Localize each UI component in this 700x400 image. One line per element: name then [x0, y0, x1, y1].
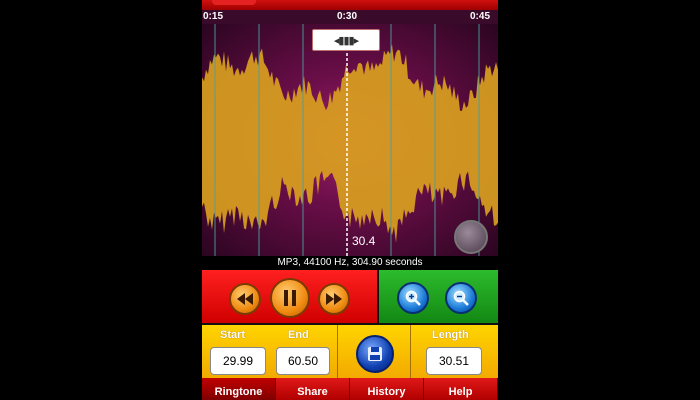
end-label: End	[288, 329, 309, 341]
tab-ringtone[interactable]: Ringtone	[202, 378, 276, 400]
file-info: MP3, 44100 Hz, 304.90 seconds	[202, 256, 498, 270]
fast-forward-icon	[326, 293, 342, 305]
top-bar	[202, 0, 498, 10]
tab-share[interactable]: Share	[276, 378, 350, 400]
length-field[interactable]: 30.51	[426, 347, 482, 375]
selection-handle[interactable]: ◂▮▮▮▸	[312, 29, 380, 51]
divider	[410, 325, 411, 380]
control-panel	[202, 270, 498, 323]
length-label: Length	[432, 329, 469, 341]
waveform-view[interactable]: ◂▮▮▮▸ 30.4	[202, 24, 498, 256]
timeline-ruler: 0:15 0:30 0:45	[202, 10, 498, 24]
zoom-out-icon	[453, 290, 469, 306]
zoom-out-button[interactable]	[444, 282, 477, 314]
tab-help[interactable]: Help	[424, 378, 498, 400]
ringtone-editor-app: 0:15 0:30 0:45 ◂▮▮▮▸ 30.4 MP3, 44100 Hz,…	[202, 0, 498, 400]
playhead-time: 30.4	[352, 234, 376, 248]
bottom-tab-bar: Ringtone Share History Help	[202, 378, 498, 400]
timeline-tick: 0:15	[203, 11, 224, 22]
start-field[interactable]: 29.99	[210, 347, 266, 375]
rewind-icon	[237, 293, 253, 305]
zoom-in-button[interactable]	[396, 282, 429, 314]
divider	[337, 325, 338, 380]
zoom-controls	[376, 270, 498, 323]
timeline-tick: 0:45	[470, 11, 491, 22]
start-label: Start	[220, 329, 246, 341]
pause-button[interactable]	[270, 278, 310, 318]
assistive-touch-button[interactable]	[454, 220, 488, 254]
top-bar-button[interactable]	[212, 0, 256, 5]
zoom-in-icon	[405, 290, 421, 306]
end-field[interactable]: 60.50	[276, 347, 330, 375]
timeline-tick: 0:30	[337, 11, 358, 22]
rewind-button[interactable]	[229, 283, 261, 315]
waveform-shape	[202, 44, 498, 243]
transport-controls	[202, 270, 377, 323]
drag-handle-icon: ◂▮▮▮▸	[333, 34, 359, 47]
tab-history[interactable]: History	[350, 378, 424, 400]
save-button[interactable]	[356, 335, 394, 373]
waveform-graphic	[202, 24, 498, 256]
selection-fields: Start 29.99 End 60.50 Length 30.51	[202, 323, 498, 380]
fast-forward-button[interactable]	[318, 283, 350, 315]
save-icon	[368, 347, 382, 361]
pause-icon	[284, 290, 296, 306]
